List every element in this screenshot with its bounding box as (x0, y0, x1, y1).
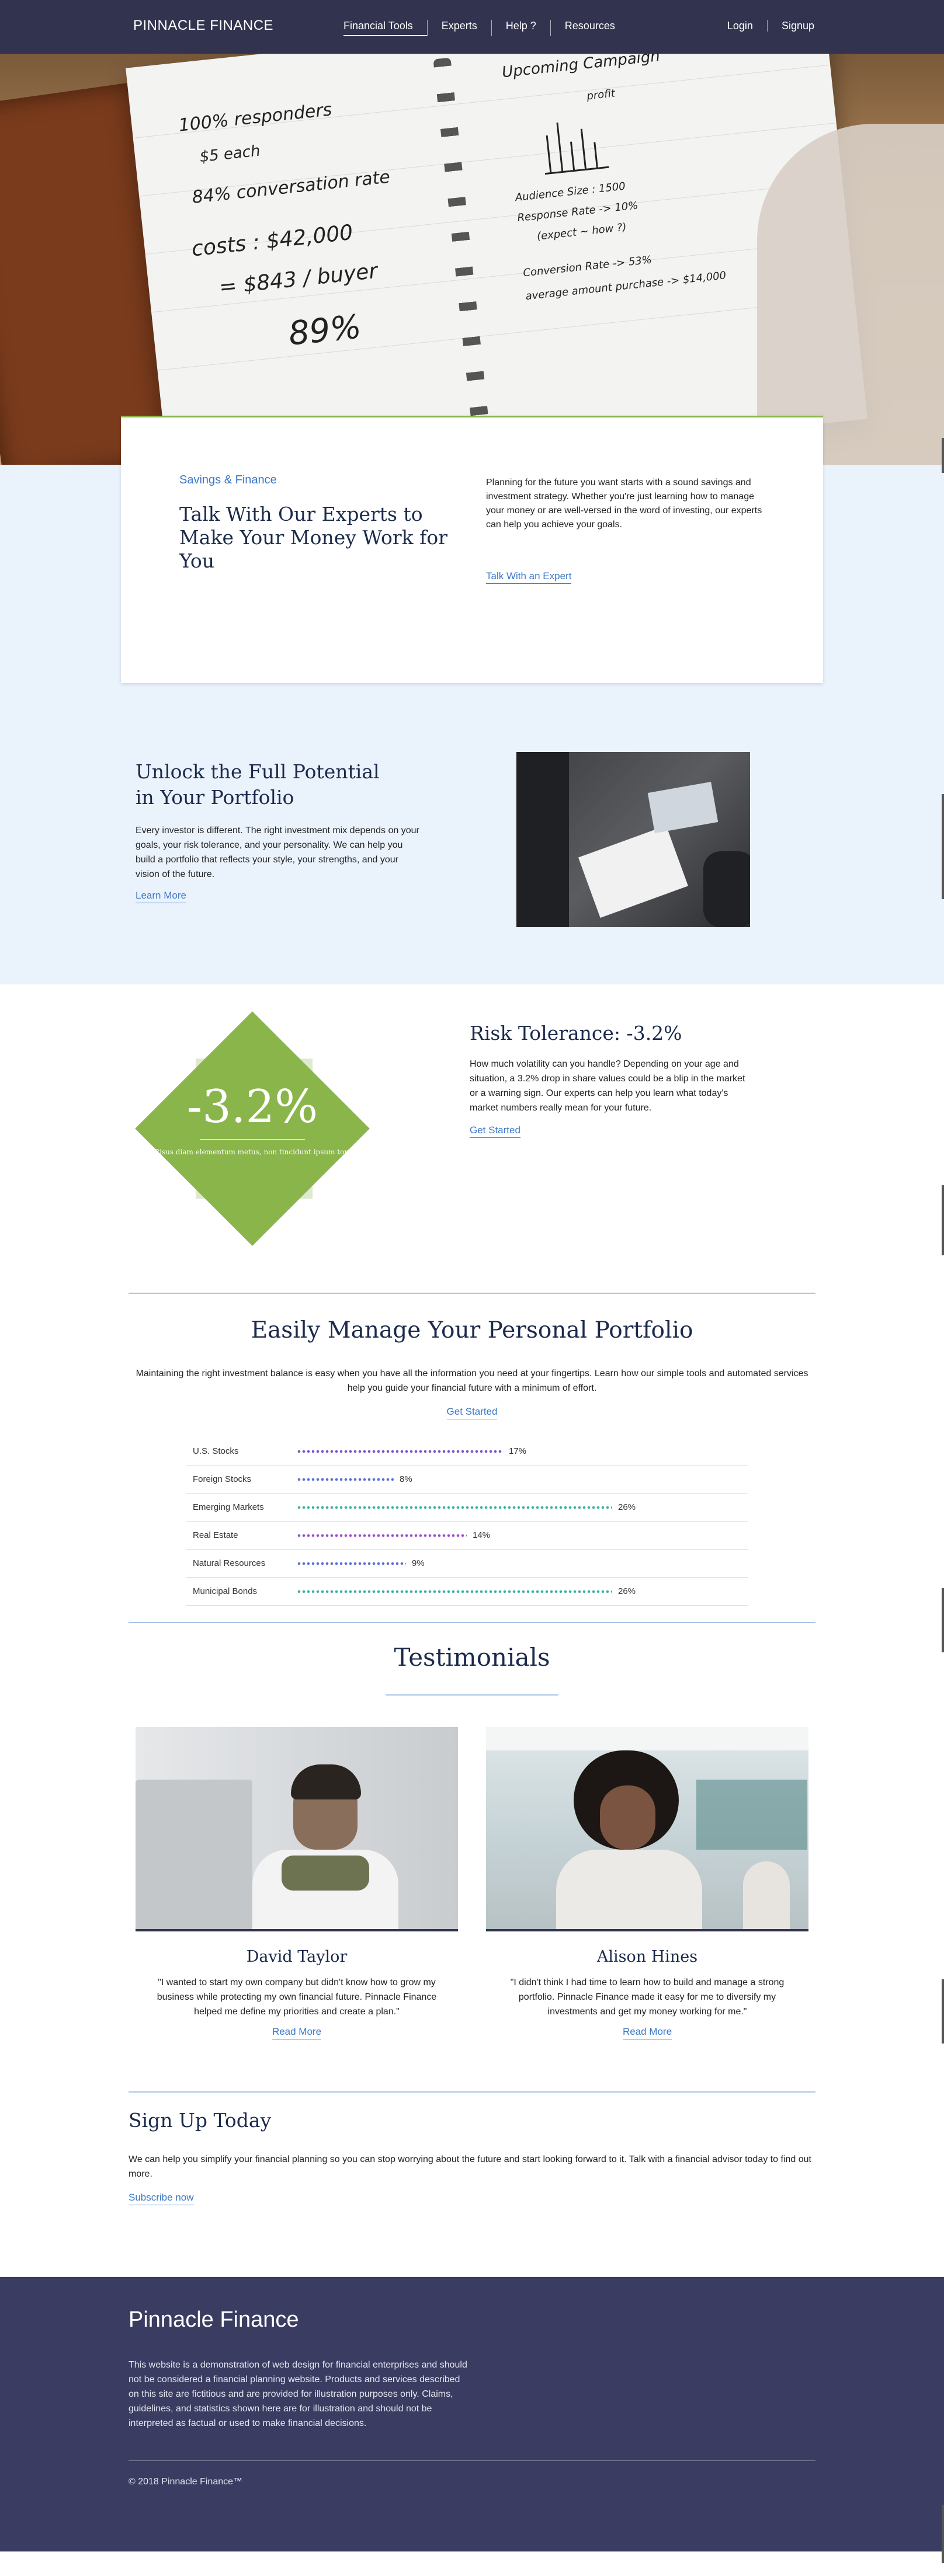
top-navigation-bar: PINNACLE FINANCE Financial Tools Experts… (0, 0, 944, 54)
allocation-bar (297, 1505, 612, 1510)
eyebrow-label: Savings & Finance (179, 474, 277, 486)
divider (386, 1694, 558, 1696)
portfolio-heading: Easily Manage Your Personal Portfolio (251, 1317, 693, 1343)
hero-note: = $843 / buyer (218, 259, 379, 300)
expert-description: Planning for the future you want starts … (486, 478, 762, 530)
notebook-graphic: 100% responders $5 each 84% conversation… (126, 54, 867, 465)
allocation-table: U.S. Stocks 17% Foreign Stocks 8% Emerging M… (186, 1437, 748, 1606)
brand-logo[interactable]: PINNACLE FINANCE (133, 18, 273, 34)
allocation-label: U.S. Stocks (193, 1446, 239, 1456)
allocation-bar (297, 1449, 503, 1454)
allocation-row: Real Estate 14% (186, 1522, 748, 1550)
hero-note: costs : $42,000 (190, 220, 355, 262)
main-menu: Financial Tools Experts Help ? Resources (343, 20, 629, 36)
signup-description: We can help you simplify your financial … (129, 2154, 811, 2179)
hero-note: 84% conversation rate (191, 166, 391, 208)
learn-more-link[interactable]: Learn More (136, 890, 186, 903)
footer-divider (129, 2460, 815, 2461)
footer-disclaimer: This website is a demonstration of web d… (129, 2360, 467, 2428)
hero-note: Audience Size : 1500 (514, 180, 626, 204)
menu-help[interactable]: Help ? (491, 20, 550, 36)
portfolio-get-started-link[interactable]: Get Started (446, 1406, 498, 1419)
login-link[interactable]: Login (713, 20, 767, 32)
signup-link[interactable]: Signup (766, 20, 814, 32)
allocation-label: Municipal Bonds (193, 1586, 258, 1596)
testimonial-quote: "I didn't think I had time to learn how … (510, 1978, 785, 2017)
hero-note: Upcoming Campaign (501, 54, 661, 82)
allocation-bar (297, 1589, 612, 1594)
scrollbar-marker (942, 794, 944, 899)
allocation-row: U.S. Stocks 17% (186, 1437, 748, 1465)
risk-heading: Risk Tolerance: -3.2% (470, 1022, 682, 1045)
scrollbar-marker (942, 1185, 944, 1255)
expert-card: Savings & Finance Talk With Our Experts … (121, 416, 823, 683)
hero-note: 89% (286, 308, 363, 353)
read-more-link[interactable]: Read More (622, 2026, 672, 2039)
allocation-percent: 26% (618, 1586, 636, 1596)
hero-note: (expect ~ how ?) (536, 221, 627, 243)
allocation-percent: 8% (400, 1474, 412, 1484)
hero-bar-sketch (544, 122, 609, 175)
auth-links: Login Signup (713, 20, 814, 32)
talk-with-expert-link[interactable]: Talk With an Expert (486, 570, 572, 584)
allocation-row: Foreign Stocks 8% (186, 1465, 748, 1494)
expert-heading: Talk With Our Experts to Make Your Money… (179, 503, 448, 572)
allocation-bar (297, 1533, 467, 1538)
hero-note: Response Rate -> 10% (516, 199, 639, 224)
allocation-percent: 9% (412, 1558, 425, 1568)
allocation-label: Emerging Markets (193, 1502, 264, 1512)
footer-copyright: © 2018 Pinnacle Finance™ (129, 2477, 243, 2487)
read-more-link[interactable]: Read More (272, 2026, 322, 2039)
footer-brand: Pinnacle Finance (129, 2307, 299, 2332)
scrollbar-marker (942, 438, 944, 473)
testimonials-heading: Testimonials (394, 1643, 550, 1672)
divider (129, 1293, 815, 1294)
menu-experts[interactable]: Experts (426, 20, 491, 36)
hero-note: $5 each (199, 142, 261, 166)
allocation-row: Emerging Markets 26% (186, 1494, 748, 1522)
menu-resources[interactable]: Resources (550, 20, 629, 36)
footer: Pinnacle Finance This website is a demon… (0, 2277, 944, 2551)
allocation-percent: 17% (509, 1446, 527, 1456)
spiral-binding (433, 57, 491, 443)
unlock-heading: Unlock the Full Potential in Your Portfo… (136, 760, 380, 809)
allocation-bar (297, 1477, 394, 1482)
testimonial-card: Alison Hines "I didn't think I had time … (486, 1727, 808, 2039)
allocation-label: Natural Resources (193, 1558, 266, 1568)
menu-financial-tools[interactable]: Financial Tools (343, 20, 427, 36)
risk-caption: Risus diam elementum metus, non tincidun… (154, 1148, 350, 1156)
testimonial-photo (136, 1727, 458, 1931)
hand-graphic (757, 124, 944, 465)
risk-value: -3.2% (186, 1081, 318, 1133)
allocation-label: Real Estate (193, 1530, 238, 1540)
allocation-row: Municipal Bonds 26% (186, 1578, 748, 1606)
allocation-bar (297, 1561, 406, 1566)
hero-note: Conversion Rate -> 53% (522, 253, 653, 280)
risk-description: How much volatility can you handle? Depe… (470, 1059, 745, 1113)
hero-note: 100% responders (178, 99, 333, 136)
hero-image: 100% responders $5 each 84% conversation… (0, 54, 944, 465)
portfolio-description: Maintaining the right investment balance… (136, 1369, 808, 1393)
testimonial-name: Alison Hines (596, 1948, 698, 1966)
hero-note: profit (586, 87, 616, 103)
allocation-label: Foreign Stocks (193, 1474, 252, 1484)
divider (129, 2091, 815, 2093)
testimonial-card: David Taylor "I wanted to start my own c… (136, 1727, 458, 2039)
get-started-link[interactable]: Get Started (470, 1125, 520, 1138)
scrollbar-marker (942, 1588, 944, 1652)
scrollbar-marker (942, 1979, 944, 2044)
allocation-percent: 26% (618, 1502, 636, 1512)
testimonial-quote: "I wanted to start my own company but di… (157, 1978, 437, 2017)
unlock-description: Every investor is different. The right i… (136, 826, 419, 879)
scrollbar-marker (942, 2505, 944, 2563)
divider (129, 1622, 815, 1623)
testimonial-photo (486, 1727, 808, 1931)
meeting-photo (516, 752, 750, 927)
testimonial-name: David Taylor (246, 1948, 348, 1966)
signup-heading: Sign Up Today (129, 2109, 272, 2132)
allocation-percent: 14% (473, 1530, 491, 1540)
allocation-row: Natural Resources 9% (186, 1550, 748, 1578)
risk-diamond-graphic: -3.2% Risus diam elementum metus, non ti… (135, 1011, 370, 1246)
subscribe-link[interactable]: Subscribe now (129, 2192, 194, 2205)
